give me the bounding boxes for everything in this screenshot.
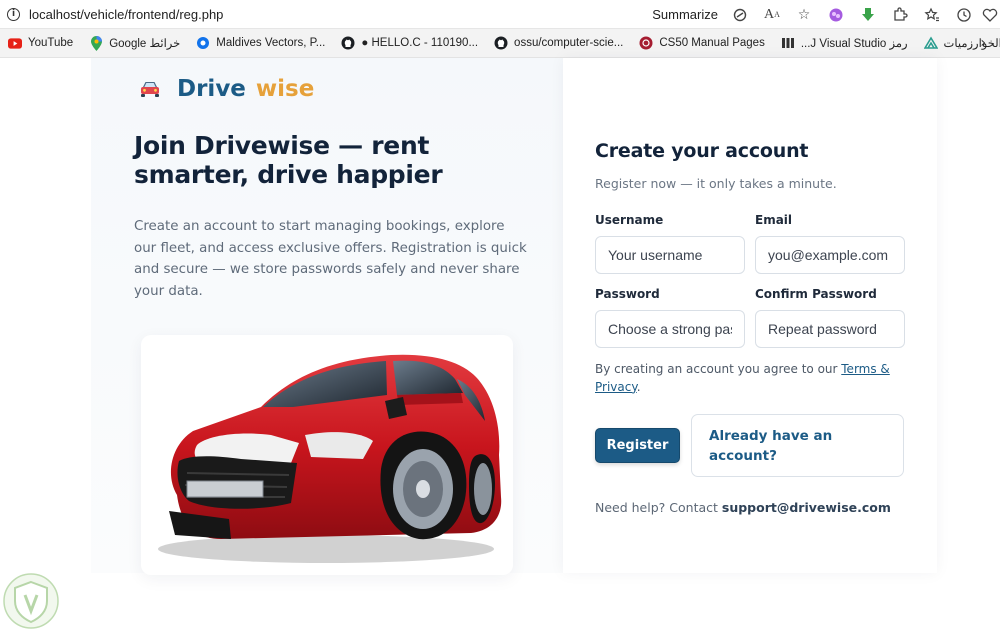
- page-viewport: Drive wise Join Drivewise — rent smarter…: [0, 58, 1000, 629]
- bookmark-youtube[interactable]: YouTube: [0, 29, 81, 58]
- bookmark-label: Maldives Vectors, P...: [216, 37, 326, 49]
- bookmark-label: ossu/computer-scie...: [514, 37, 624, 49]
- brand-name-drive: Drive: [177, 76, 246, 102]
- favorites-list-icon[interactable]: [916, 0, 948, 29]
- site-info-icon[interactable]: i: [7, 7, 20, 21]
- github-icon: [494, 36, 508, 50]
- email-label: Email: [755, 213, 793, 227]
- bookmark-ossu[interactable]: ossu/computer-scie...: [486, 29, 631, 58]
- cs50-icon: [639, 36, 653, 50]
- hero-description: Create an account to start managing book…: [134, 219, 527, 299]
- github-icon: [341, 36, 355, 50]
- password-label: Password: [595, 287, 660, 301]
- chevron-right-icon[interactable]: ›: [980, 35, 986, 51]
- confirm-password-label: Confirm Password: [755, 287, 877, 301]
- bookmark-label: Google خرائط: [109, 38, 181, 50]
- help-text: Need help? Contact support@drivewise.com: [595, 500, 891, 515]
- bookmark-google-maps[interactable]: Google خرائط: [81, 29, 188, 58]
- browser-address-bar: i localhost/vehicle/frontend/reg.php Sum…: [0, 0, 1000, 29]
- history-icon[interactable]: [948, 0, 980, 29]
- email-input[interactable]: [755, 236, 905, 274]
- bookmark-label: CS50 Manual Pages: [659, 37, 765, 49]
- summarize-button[interactable]: Summarize: [652, 7, 718, 22]
- shield-watermark-icon: [3, 573, 59, 629]
- username-label: Username: [595, 213, 664, 227]
- car-logo-icon: [141, 82, 159, 97]
- form-title: Create your account: [595, 140, 809, 162]
- youtube-icon: [8, 36, 22, 50]
- heart-icon[interactable]: [980, 0, 1000, 29]
- bookmark-label: الخوارزميات: [943, 38, 1000, 50]
- register-button[interactable]: Register: [595, 428, 680, 463]
- bookmarks-bar: YouTube Google خرائط Maldives Vectors, P…: [0, 29, 1000, 58]
- bookmark-cs50-manual[interactable]: CS50 Manual Pages: [631, 29, 772, 58]
- address-url[interactable]: localhost/vehicle/frontend/reg.php: [29, 7, 223, 22]
- username-input[interactable]: [595, 236, 745, 274]
- support-email[interactable]: support@drivewise.com: [722, 500, 891, 515]
- algorithms-icon: [923, 36, 938, 50]
- bookmark-icon: [781, 36, 795, 50]
- password-input[interactable]: [595, 310, 745, 348]
- help-prefix: Need help? Contact: [595, 500, 722, 515]
- favorite-star-icon[interactable]: ☆: [788, 0, 820, 29]
- hero-title: Join Drivewise — rent smarter, drive hap…: [134, 131, 443, 189]
- form-subtitle: Register now — it only takes a minute.: [595, 176, 837, 191]
- freepik-icon: [196, 36, 210, 50]
- login-link-button[interactable]: Already have an account?: [691, 414, 904, 477]
- red-car-image: [158, 354, 502, 563]
- terms-suffix: .: [636, 379, 641, 394]
- car-image-card: [141, 335, 513, 575]
- read-aloud-icon[interactable]: AA: [756, 0, 788, 29]
- google-maps-icon: [89, 35, 103, 51]
- bookmark-label: YouTube: [28, 37, 74, 49]
- bookmark-maldives-vectors[interactable]: Maldives Vectors, P...: [188, 29, 333, 58]
- extensions-icon[interactable]: [884, 0, 916, 29]
- terms-prefix: By creating an account you agree to our: [595, 362, 842, 376]
- brand-name-wise: wise: [255, 76, 315, 102]
- confirm-password-input[interactable]: [755, 310, 905, 348]
- bookmark-hello-c[interactable]: ● HELLO.C - 110190...: [333, 29, 486, 58]
- bookmark-algorithms[interactable]: الخوارزميات: [916, 29, 1000, 58]
- download-arrow-icon[interactable]: [852, 0, 884, 29]
- bookmark-visual-studio[interactable]: ...J Visual Studio رمز: [773, 29, 916, 58]
- bookmark-label: ● HELLO.C - 110190...: [361, 37, 479, 49]
- summarize-icon[interactable]: [724, 0, 756, 29]
- bookmark-label: ...J Visual Studio رمز: [800, 38, 908, 50]
- brand-logo[interactable]: Drive wise: [138, 76, 314, 102]
- extension-brain-icon[interactable]: [820, 0, 852, 29]
- terms-notice: By creating an account you agree to our …: [595, 361, 895, 396]
